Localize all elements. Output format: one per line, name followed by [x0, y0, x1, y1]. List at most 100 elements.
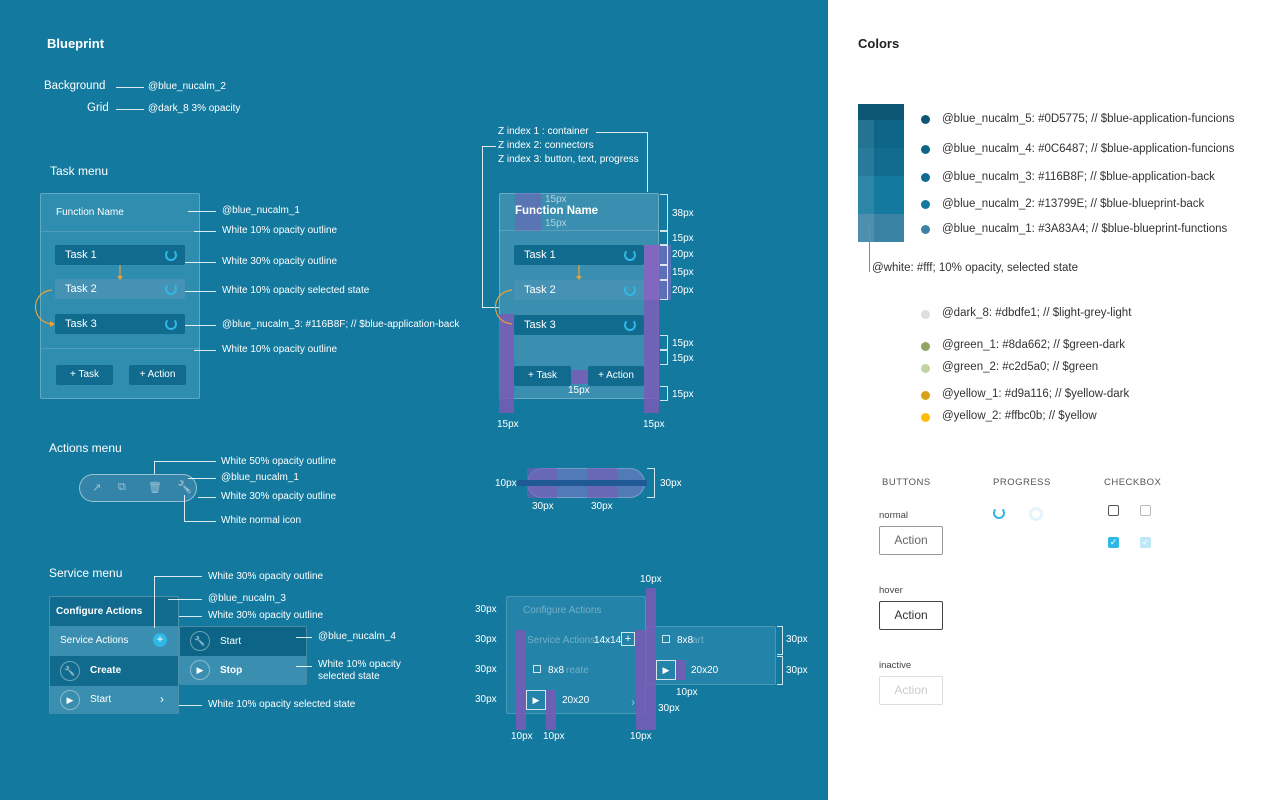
spec-size: 38px — [672, 208, 694, 219]
swatch-dot — [921, 145, 930, 154]
redirect-icon[interactable]: ↗ — [92, 481, 101, 494]
checkbox-checked[interactable]: ✓ — [1108, 537, 1119, 548]
spec-add-action: + Action — [588, 366, 644, 386]
swatch-dot — [921, 173, 930, 182]
spec-size: 30px — [475, 694, 497, 705]
state-hover: hover — [879, 585, 903, 596]
swatch-dot — [921, 200, 930, 209]
spec-bracket — [660, 350, 668, 365]
spec-configure-actions: Configure Actions — [523, 605, 602, 616]
leader-line — [154, 461, 216, 462]
spec-size: 8x8 — [677, 635, 694, 646]
swatch-dot — [921, 391, 930, 400]
service-menu-title: Service menu — [49, 566, 123, 580]
start-row[interactable]: ▶ Start › — [50, 686, 178, 714]
colors-panel: Colors @blue_nucalm_5: #0D5775; // $blue… — [828, 0, 1280, 800]
wrench-icon[interactable]: 🔧 — [177, 480, 192, 494]
leader-line — [184, 521, 216, 522]
spec-size: 10px — [543, 731, 565, 742]
leader-line — [194, 231, 216, 232]
spec-gap — [517, 480, 647, 486]
color-label: @green_1: #8da662; // $green-dark — [942, 339, 1126, 351]
spec-size: 30px — [786, 634, 808, 645]
blueprint-title: Blueprint — [47, 36, 105, 51]
progress-spinner-icon — [624, 284, 636, 296]
divider — [41, 231, 199, 232]
leader-line — [185, 291, 216, 292]
annotation: White 10% opacity selected state — [208, 699, 356, 710]
spec-padding — [676, 660, 686, 680]
annotation: @blue_nucalm_1 — [222, 205, 300, 216]
colors-title: Colors — [858, 36, 900, 51]
leader-line — [185, 262, 216, 263]
action-button-normal[interactable]: Action — [879, 526, 943, 555]
spec-bracket — [660, 194, 668, 231]
spec-connectors — [495, 265, 582, 325]
actions-menu-bar: ↗ ⧉ 🗑 🔧 — [79, 474, 197, 502]
add-task-button[interactable]: + Task — [56, 365, 113, 385]
divider — [499, 230, 659, 231]
spec-size: 10px — [630, 731, 652, 742]
spec-padding — [646, 588, 656, 730]
section-checkbox: CHECKBOX — [1104, 477, 1162, 488]
wrench-icon: 🔧 — [60, 661, 80, 681]
leader-line — [154, 461, 155, 474]
palette-stack — [858, 104, 904, 242]
action-button-hover[interactable]: Action — [879, 601, 943, 630]
leader-line — [482, 146, 483, 308]
swatch-dot — [921, 310, 930, 319]
submenu-start-row[interactable]: 🔧 Start — [180, 627, 306, 656]
task-connectors — [35, 265, 123, 327]
spec-size: 15px — [568, 385, 590, 396]
leader-line — [116, 87, 144, 88]
leader-line — [185, 325, 216, 326]
add-action-button[interactable]: + Action — [129, 365, 186, 385]
spec-size: 8x8 — [548, 665, 565, 676]
submenu-start-label: Start — [220, 636, 242, 647]
service-actions-label: Service Actions — [60, 635, 129, 646]
annotation: White 30% opacity outline — [222, 256, 338, 267]
task-menu-title: Task menu — [50, 164, 109, 178]
section-buttons: BUTTONS — [882, 477, 931, 488]
spec-bracket — [777, 656, 783, 685]
leader-line — [647, 132, 648, 192]
white-note: @white: #fff; 10% opacity, selected stat… — [872, 262, 1079, 274]
annotation: White 30% opacity outline — [208, 610, 324, 621]
progress-spinner-icon — [993, 507, 1005, 519]
annotation: White 30% opacity outline — [208, 571, 324, 582]
spec-add-icon: + — [621, 632, 635, 646]
spec-play-icon: ▶ — [656, 660, 676, 680]
swatch-dot — [921, 225, 930, 234]
add-icon[interactable]: + — [153, 633, 167, 647]
progress-spinner-icon — [624, 319, 636, 331]
annotation: White normal icon — [221, 515, 302, 526]
background-label: Background — [44, 80, 106, 92]
service-actions-row[interactable]: Service Actions + — [50, 626, 178, 656]
spec-size: 10px — [640, 574, 662, 585]
spec-bracket — [647, 468, 655, 498]
configure-actions-title: Configure Actions — [56, 606, 143, 617]
color-label: @green_2: #c2d5a0; // $green — [942, 361, 1099, 373]
spec-service-actions: Service Actions — [527, 635, 596, 646]
annotation: White 10% opacity selected state — [222, 285, 370, 296]
annotation: @blue_nucalm_4 — [318, 631, 396, 642]
annotation: White 10% opacity outline — [222, 344, 338, 355]
spec-bracket — [660, 245, 668, 265]
leader-line — [194, 350, 216, 351]
spec-icon-8 — [533, 665, 541, 673]
create-row[interactable]: 🔧 Create — [50, 656, 178, 686]
trash-icon[interactable]: 🗑 — [148, 481, 162, 494]
submenu-stop-row[interactable]: ▶ Stop — [180, 656, 306, 685]
spec-size: 15px — [497, 419, 519, 430]
spec-gap — [571, 370, 588, 384]
copy-icon[interactable]: ⧉ — [118, 481, 126, 494]
checkbox-unchecked-inactive — [1140, 505, 1151, 516]
spec-size: 30px — [532, 501, 554, 512]
progress-spinner-icon — [165, 283, 177, 295]
color-label: @yellow_1: #d9a116; // $yellow-dark — [942, 388, 1130, 400]
action-button-inactive: Action — [879, 676, 943, 705]
color-label: @blue_nucalm_4: #0C6487; // $blue-applic… — [942, 143, 1235, 155]
annotation: @blue_nucalm_3: #116B8F; // $blue-applic… — [222, 319, 460, 330]
checkbox-unchecked[interactable] — [1108, 505, 1119, 516]
grid-label: Grid — [87, 102, 109, 114]
